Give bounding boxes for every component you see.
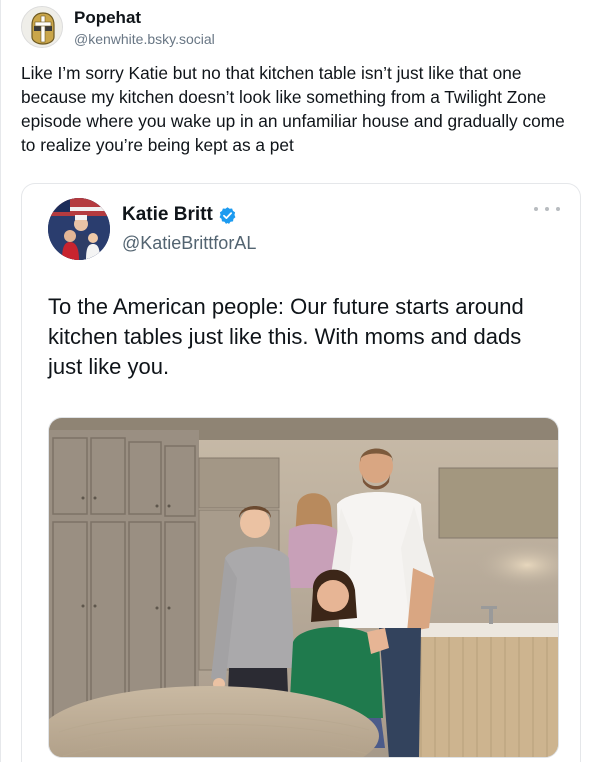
quoted-post-card[interactable]: Katie Britt @KatieBrittforAL To the Amer… bbox=[21, 183, 581, 762]
popehat-avatar[interactable] bbox=[21, 6, 63, 48]
post-author-meta: Popehat @kenwhite.bsky.social bbox=[74, 8, 215, 48]
quoted-author-avatar-image bbox=[48, 198, 110, 260]
post-author-handle[interactable]: @kenwhite.bsky.social bbox=[74, 31, 215, 48]
more-dot bbox=[534, 207, 538, 211]
quoted-post-text: To the American people: Our future start… bbox=[48, 294, 524, 379]
family-kitchen-photo[interactable] bbox=[48, 417, 559, 758]
skeet-post: Popehat @kenwhite.bsky.social Like I’m s… bbox=[0, 0, 601, 762]
post-author-name[interactable]: Popehat bbox=[74, 8, 215, 28]
quoted-author-name[interactable]: Katie Britt bbox=[122, 204, 213, 226]
post-text: Like I’m sorry Katie but no that kitchen… bbox=[21, 63, 565, 155]
more-dot bbox=[556, 207, 560, 211]
post-author: Popehat @kenwhite.bsky.social bbox=[21, 6, 215, 48]
popehat-helmet-icon bbox=[22, 7, 62, 47]
more-dot bbox=[545, 207, 549, 211]
family-kitchen-photo-image bbox=[49, 418, 558, 757]
verified-badge-icon bbox=[219, 206, 236, 224]
quoted-author-avatar[interactable] bbox=[48, 198, 110, 260]
quoted-author-name-row: Katie Britt bbox=[122, 204, 237, 226]
more-options-icon[interactable] bbox=[534, 202, 560, 216]
quoted-author-handle[interactable]: @KatieBrittforAL bbox=[122, 232, 256, 254]
